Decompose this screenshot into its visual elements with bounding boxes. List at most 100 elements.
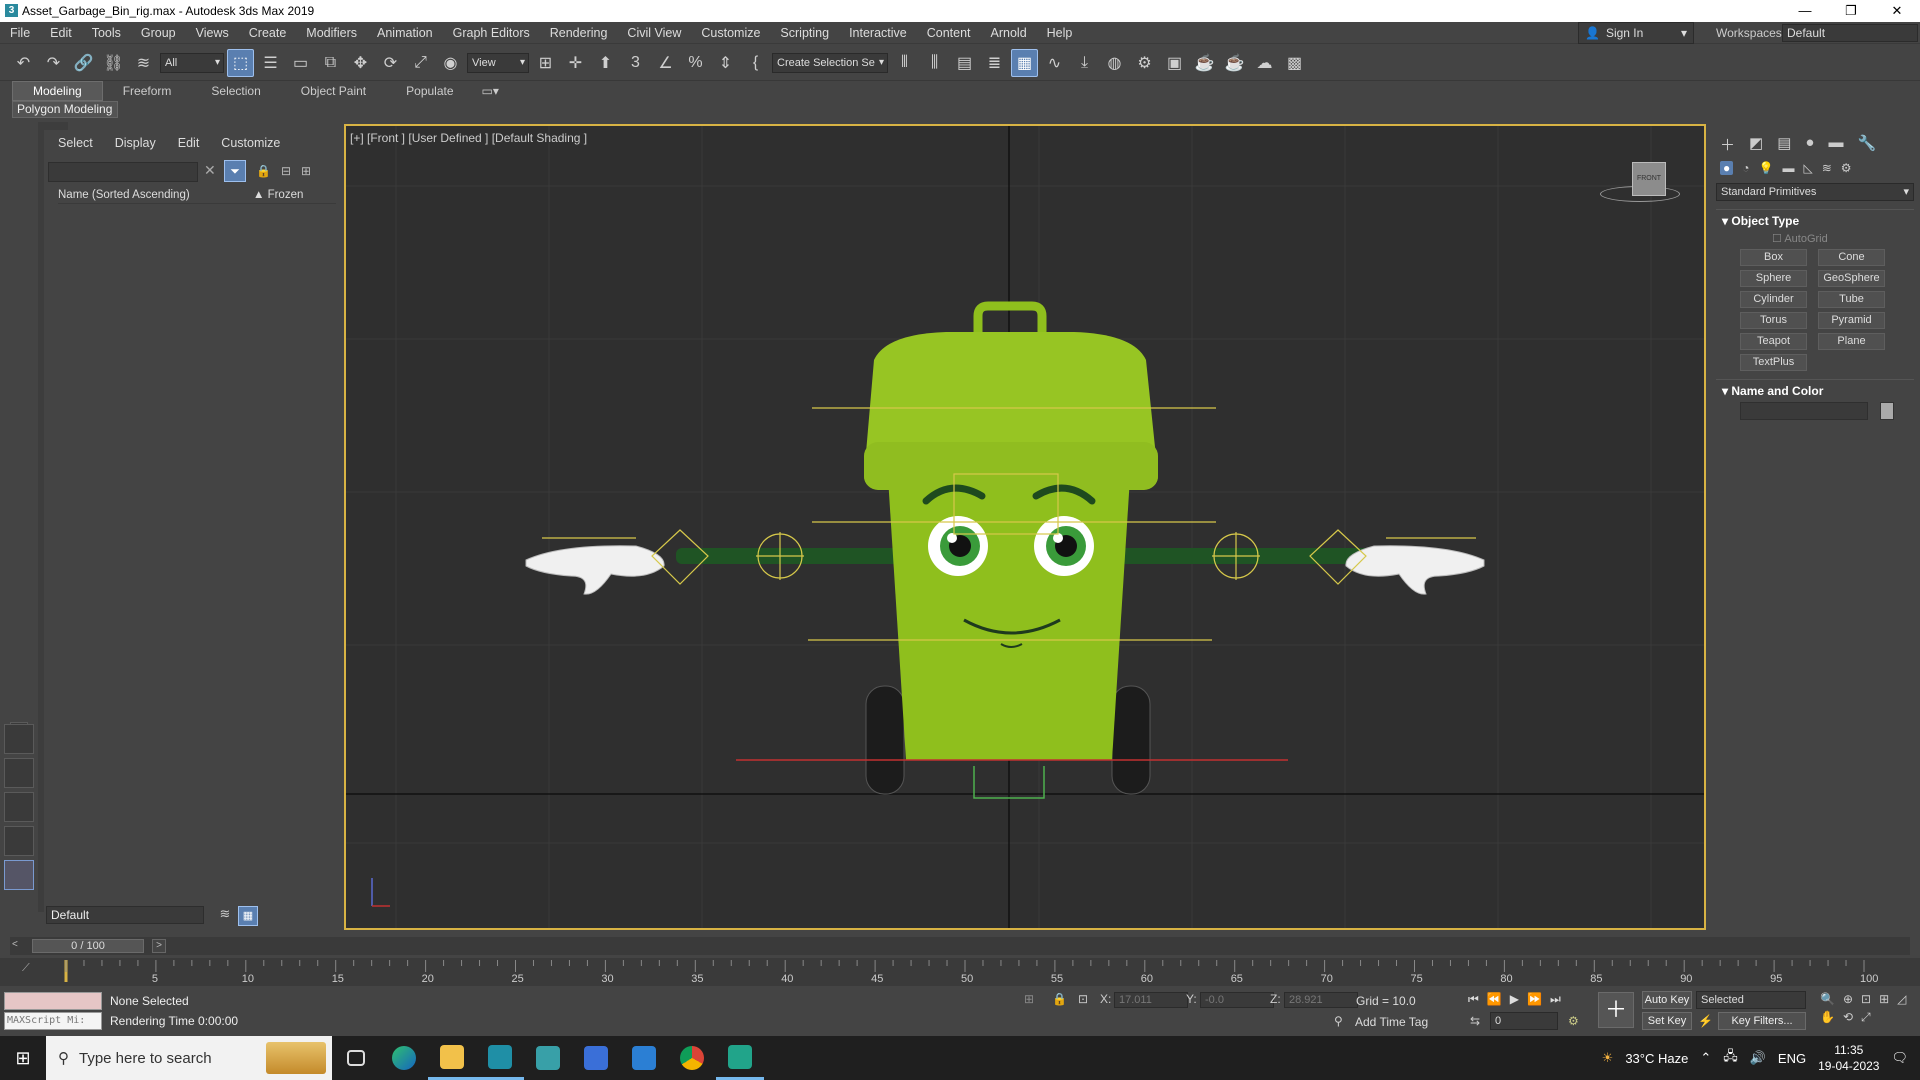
box-button[interactable]: Box [1740, 249, 1807, 266]
utilities-tab-icon[interactable]: 🔧 [1857, 134, 1876, 155]
go-to-start-icon[interactable]: ⏮ [1468, 992, 1479, 1007]
set-key-button[interactable]: Set Key [1642, 1012, 1692, 1030]
selection-filter-dropdown[interactable]: All [160, 52, 224, 73]
prev-frame-arrow-icon[interactable]: < [12, 939, 18, 950]
mudbox-taskbar-icon[interactable] [716, 1036, 764, 1080]
redo-icon[interactable]: ↷ [40, 49, 67, 77]
se-menu-edit[interactable]: Edit [178, 136, 200, 150]
place-icon[interactable]: ◉ [437, 49, 464, 77]
track-bar[interactable]: 5 10 15 20 25 30 35 40 45 50 55 60 65 70 75 80 85 90 95 100… [0, 958, 1920, 986]
close-icon[interactable]: ✕ [1874, 0, 1920, 22]
geosphere-button[interactable]: GeoSphere [1818, 270, 1885, 287]
hierarchy-icon[interactable]: ⊟ [281, 164, 291, 178]
pan-icon[interactable]: ✋ [1820, 1010, 1835, 1025]
taskbar-search-input[interactable]: ⚲ Type here to search [46, 1036, 332, 1080]
unlink-icon[interactable]: ⛓ [100, 49, 127, 77]
rotate-icon[interactable]: ⟳ [377, 49, 404, 77]
tab-modeling[interactable]: Modeling [12, 81, 103, 101]
render-setup-icon[interactable]: ⚙ [1131, 49, 1158, 77]
key-tangent-icon[interactable]: ⚡ [1698, 1014, 1713, 1028]
cone-button[interactable]: Cone [1818, 249, 1885, 266]
menu-group[interactable]: Group [131, 22, 186, 44]
zoom-extents-icon[interactable]: ⊡ [1861, 992, 1871, 1006]
render-cloud-icon[interactable]: ☁ [1251, 49, 1278, 77]
orbit-icon[interactable]: ⟲ [1843, 1010, 1853, 1025]
plane-button[interactable]: Plane [1818, 333, 1885, 350]
create-tab-icon[interactable]: ＋ [1720, 134, 1735, 155]
menu-scripting[interactable]: Scripting [770, 22, 839, 44]
edit-named-selection-icon[interactable]: { [742, 49, 769, 77]
absolute-mode-icon[interactable]: ⊡ [1078, 992, 1088, 1006]
menu-interactive[interactable]: Interactive [839, 22, 917, 44]
material-editor-icon[interactable]: ◍ [1101, 49, 1128, 77]
layer-explorer-icon[interactable]: ≣ [981, 49, 1008, 77]
snap-toggle-icon[interactable]: 3 [622, 49, 649, 77]
se-search-input[interactable] [48, 162, 198, 182]
spinner-snap-icon[interactable]: ⇕ [712, 49, 739, 77]
column-frozen[interactable]: ▲ Frozen [253, 186, 303, 203]
viewport-label[interactable]: [+] [Front ] [User Defined ] [Default Sh… [350, 131, 587, 145]
autogrid-checkbox[interactable]: ☐ AutoGrid [1716, 232, 1914, 245]
scene-explorer-toggle-icon[interactable]: ▤ [951, 49, 978, 77]
minimize-icon[interactable]: — [1782, 0, 1828, 22]
tab-freeform[interactable]: Freeform [103, 82, 192, 100]
se-menu-customize[interactable]: Customize [221, 136, 280, 150]
clear-search-icon[interactable]: ✕ [204, 162, 216, 179]
next-frame-arrow-icon[interactable]: > [152, 939, 166, 953]
time-slider[interactable]: < 0 / 100 > [10, 937, 1910, 955]
key-filters-button[interactable]: Key Filters... [1718, 1012, 1806, 1030]
network-icon[interactable]: 🖧 [1723, 1047, 1738, 1069]
named-selection-dropdown[interactable]: Create Selection Se [772, 52, 888, 73]
previous-frame-icon[interactable]: ⏪ [1487, 992, 1502, 1007]
textplus-button[interactable]: TextPlus [1740, 354, 1807, 371]
time-slider-handle[interactable]: 0 / 100 [32, 939, 144, 953]
cylinder-button[interactable]: Cylinder [1740, 291, 1807, 308]
isolate-icon[interactable]: ⊞ [1024, 992, 1034, 1006]
shapes-icon[interactable]: ◔ [1742, 161, 1749, 175]
select-by-name-icon[interactable]: ☰ [257, 49, 284, 77]
filter-toggle-icon[interactable]: ⏷ [224, 160, 246, 182]
zoom-icon[interactable]: 🔍 [1820, 992, 1835, 1006]
menu-views[interactable]: Views [186, 22, 239, 44]
viewport-layout-tab-1[interactable] [4, 724, 34, 754]
lock-icon[interactable]: 🔒 [256, 164, 271, 178]
maximize-viewport-icon[interactable]: ⤢ [1861, 1010, 1871, 1025]
current-frame-input[interactable]: 0 [1490, 1012, 1558, 1030]
menu-arnold[interactable]: Arnold [981, 22, 1037, 44]
mail-icon[interactable] [620, 1036, 668, 1080]
se-menu-select[interactable]: Select [58, 136, 93, 150]
go-to-end-icon[interactable]: ⏭ [1550, 992, 1561, 1007]
motion-tab-icon[interactable]: ● [1805, 134, 1814, 155]
layer-dropdown[interactable]: Default [46, 906, 204, 924]
x-coordinate[interactable]: 17.011 [1114, 992, 1188, 1008]
curve-toggle-icon[interactable]: ⟋ [22, 962, 30, 975]
angle-snap-icon[interactable]: ∠ [652, 49, 679, 77]
link-icon[interactable]: 🔗 [70, 49, 97, 77]
menu-edit[interactable]: Edit [40, 22, 82, 44]
polygon-modeling-panel[interactable]: Polygon Modeling [12, 101, 118, 118]
weather-text[interactable]: 33°C Haze [1625, 1051, 1688, 1066]
object-name-input[interactable] [1740, 402, 1868, 420]
file-explorer-icon[interactable] [428, 1036, 476, 1080]
render-iterative-icon[interactable]: ☕ [1221, 49, 1248, 77]
tab-object-paint[interactable]: Object Paint [281, 82, 386, 100]
viewcube[interactable]: FRONT [1632, 162, 1666, 196]
selection-lock-icon[interactable]: 🔒 [1052, 992, 1067, 1006]
menu-tools[interactable]: Tools [82, 22, 131, 44]
ribbon-toggle-icon[interactable]: ▦ [1011, 48, 1038, 77]
edge-browser-icon[interactable] [380, 1036, 428, 1080]
ribbon-options-icon[interactable]: ▭▾ [474, 82, 507, 100]
workspace-dropdown[interactable]: Default [1782, 24, 1918, 42]
chevron-up-icon[interactable]: ⌃ [1700, 1050, 1711, 1066]
selection-set-dropdown[interactable]: Selected [1696, 991, 1806, 1009]
y-coordinate[interactable]: -0.0 [1200, 992, 1274, 1008]
mirror-icon[interactable]: ⫴ [891, 49, 918, 77]
play-icon[interactable]: ▶ [1510, 992, 1519, 1007]
pyramid-button[interactable]: Pyramid [1818, 312, 1885, 329]
store-icon[interactable] [572, 1036, 620, 1080]
menu-animation[interactable]: Animation [367, 22, 443, 44]
maxscript-mini-input[interactable]: MAXScript Mi: [4, 1012, 102, 1030]
menu-file[interactable]: File [0, 22, 40, 44]
reference-coordinate-dropdown[interactable]: View [467, 52, 529, 73]
tube-button[interactable]: Tube [1818, 291, 1885, 308]
